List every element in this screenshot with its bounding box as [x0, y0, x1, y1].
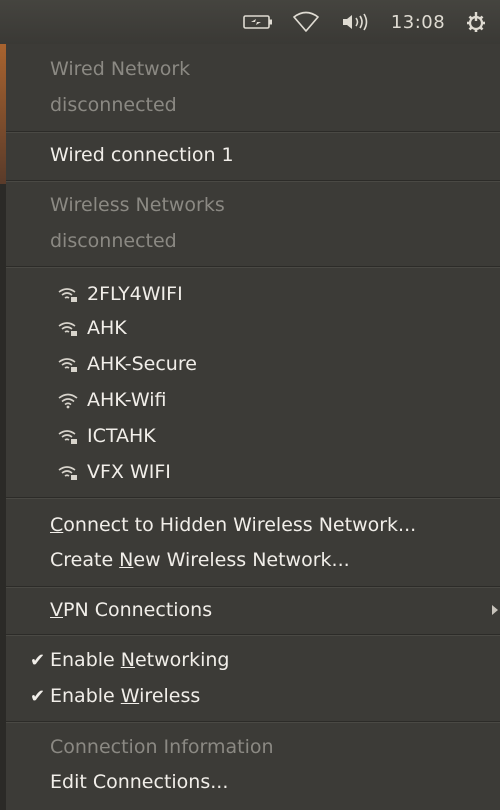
wired-network-status: disconnected — [6, 87, 500, 123]
wireless-network-item[interactable]: AHK-Secure — [6, 346, 500, 382]
separator — [6, 131, 500, 132]
wireless-network-name: AHK — [87, 317, 127, 339]
mnemonic: C — [50, 514, 64, 536]
connect-hidden-network-item[interactable]: Connect to Hidden Wireless Network... — [6, 507, 500, 543]
edit-connections-item[interactable]: Edit Connections... — [6, 764, 500, 800]
wifi-icon — [58, 393, 78, 409]
wired-connection-label: Wired connection 1 — [50, 144, 234, 166]
separator — [6, 266, 500, 267]
connection-information-label: Connection Information — [50, 736, 274, 758]
enable-networking-label: Enable Networking — [50, 649, 229, 671]
wired-connection-1[interactable]: Wired connection 1 — [6, 137, 500, 173]
label-text: onnect to Hidden Wireless Network... — [63, 514, 417, 536]
wireless-network-item[interactable]: ICTAHK — [6, 418, 500, 454]
label-text: ew Wireless Network... — [133, 549, 350, 571]
submenu-arrow-icon — [492, 605, 498, 615]
mnemonic: V — [50, 599, 63, 621]
checkmark-icon: ✔ — [30, 685, 46, 707]
vpn-connections-item[interactable]: VPN Connections — [6, 592, 500, 628]
connect-hidden-network-label: Connect to Hidden Wireless Network... — [50, 514, 416, 536]
wireless-network-item[interactable]: 2FLY4WIFI — [6, 276, 500, 312]
wireless-network-name: AHK-Secure — [87, 353, 197, 375]
label-text: Create — [50, 549, 120, 571]
connection-information-item: Connection Information — [6, 729, 500, 765]
label-text: Enable — [50, 685, 121, 707]
battery-indicator[interactable] — [233, 0, 283, 44]
create-new-network-label: Create New Wireless Network... — [50, 549, 350, 571]
enable-wireless-label: Enable Wireless — [50, 685, 200, 707]
mnemonic: N — [120, 649, 135, 671]
wired-network-header: Wired Network — [6, 51, 500, 87]
wireless-network-name: AHK-Wifi — [87, 389, 167, 411]
wired-network-header-label: Wired Network — [50, 58, 191, 80]
wireless-networks-status: disconnected — [6, 223, 500, 259]
separator — [6, 634, 500, 635]
edit-connections-label: Edit Connections... — [50, 771, 229, 793]
battery-icon — [243, 15, 272, 29]
wifi-signal-icon — [293, 11, 319, 32]
session-indicator[interactable] — [456, 0, 496, 44]
clock-indicator[interactable]: 13:08 — [383, 0, 453, 44]
separator — [6, 721, 500, 722]
wireless-network-name: 2FLY4WIFI — [87, 283, 183, 305]
mnemonic: W — [120, 685, 140, 707]
volume-icon — [343, 13, 368, 31]
wireless-network-name: VFX WIFI — [87, 461, 171, 483]
wireless-networks-header: Wireless Networks — [6, 187, 500, 223]
clock-time: 13:08 — [390, 11, 446, 33]
separator — [6, 497, 500, 498]
wireless-networks-status-label: disconnected — [50, 230, 177, 252]
wifi-secure-icon — [58, 322, 77, 336]
wireless-network-item[interactable]: AHK — [6, 310, 500, 346]
wifi-secure-icon — [58, 430, 77, 444]
enable-networking-item[interactable]: ✔ Enable Networking — [6, 642, 500, 678]
power-gear-icon — [467, 12, 485, 32]
vpn-connections-label: VPN Connections — [50, 599, 212, 621]
label-text: PN Connections — [63, 599, 213, 621]
sound-indicator[interactable] — [329, 0, 381, 44]
wifi-secure-icon — [58, 288, 77, 302]
wifi-secure-icon — [58, 466, 77, 480]
wifi-secure-icon — [58, 358, 77, 372]
label-text: ireless — [139, 685, 201, 707]
separator — [6, 586, 500, 587]
network-indicator[interactable] — [283, 0, 329, 44]
separator — [6, 180, 500, 181]
wireless-network-name: ICTAHK — [87, 425, 156, 447]
wireless-networks-header-label: Wireless Networks — [50, 194, 225, 216]
label-text: etworking — [134, 649, 230, 671]
top-panel: 13:08 — [0, 0, 500, 44]
label-text: Enable — [50, 649, 121, 671]
create-new-network-item[interactable]: Create New Wireless Network... — [6, 542, 500, 578]
network-menu: Wired Network disconnected Wired connect… — [0, 44, 500, 810]
wireless-network-item[interactable]: VFX WIFI — [6, 454, 500, 490]
checkmark-icon: ✔ — [30, 649, 46, 671]
enable-wireless-item[interactable]: ✔ Enable Wireless — [6, 678, 500, 714]
wireless-network-item[interactable]: AHK-Wifi — [6, 382, 500, 418]
wired-network-status-label: disconnected — [50, 94, 177, 116]
mnemonic: N — [119, 549, 134, 571]
